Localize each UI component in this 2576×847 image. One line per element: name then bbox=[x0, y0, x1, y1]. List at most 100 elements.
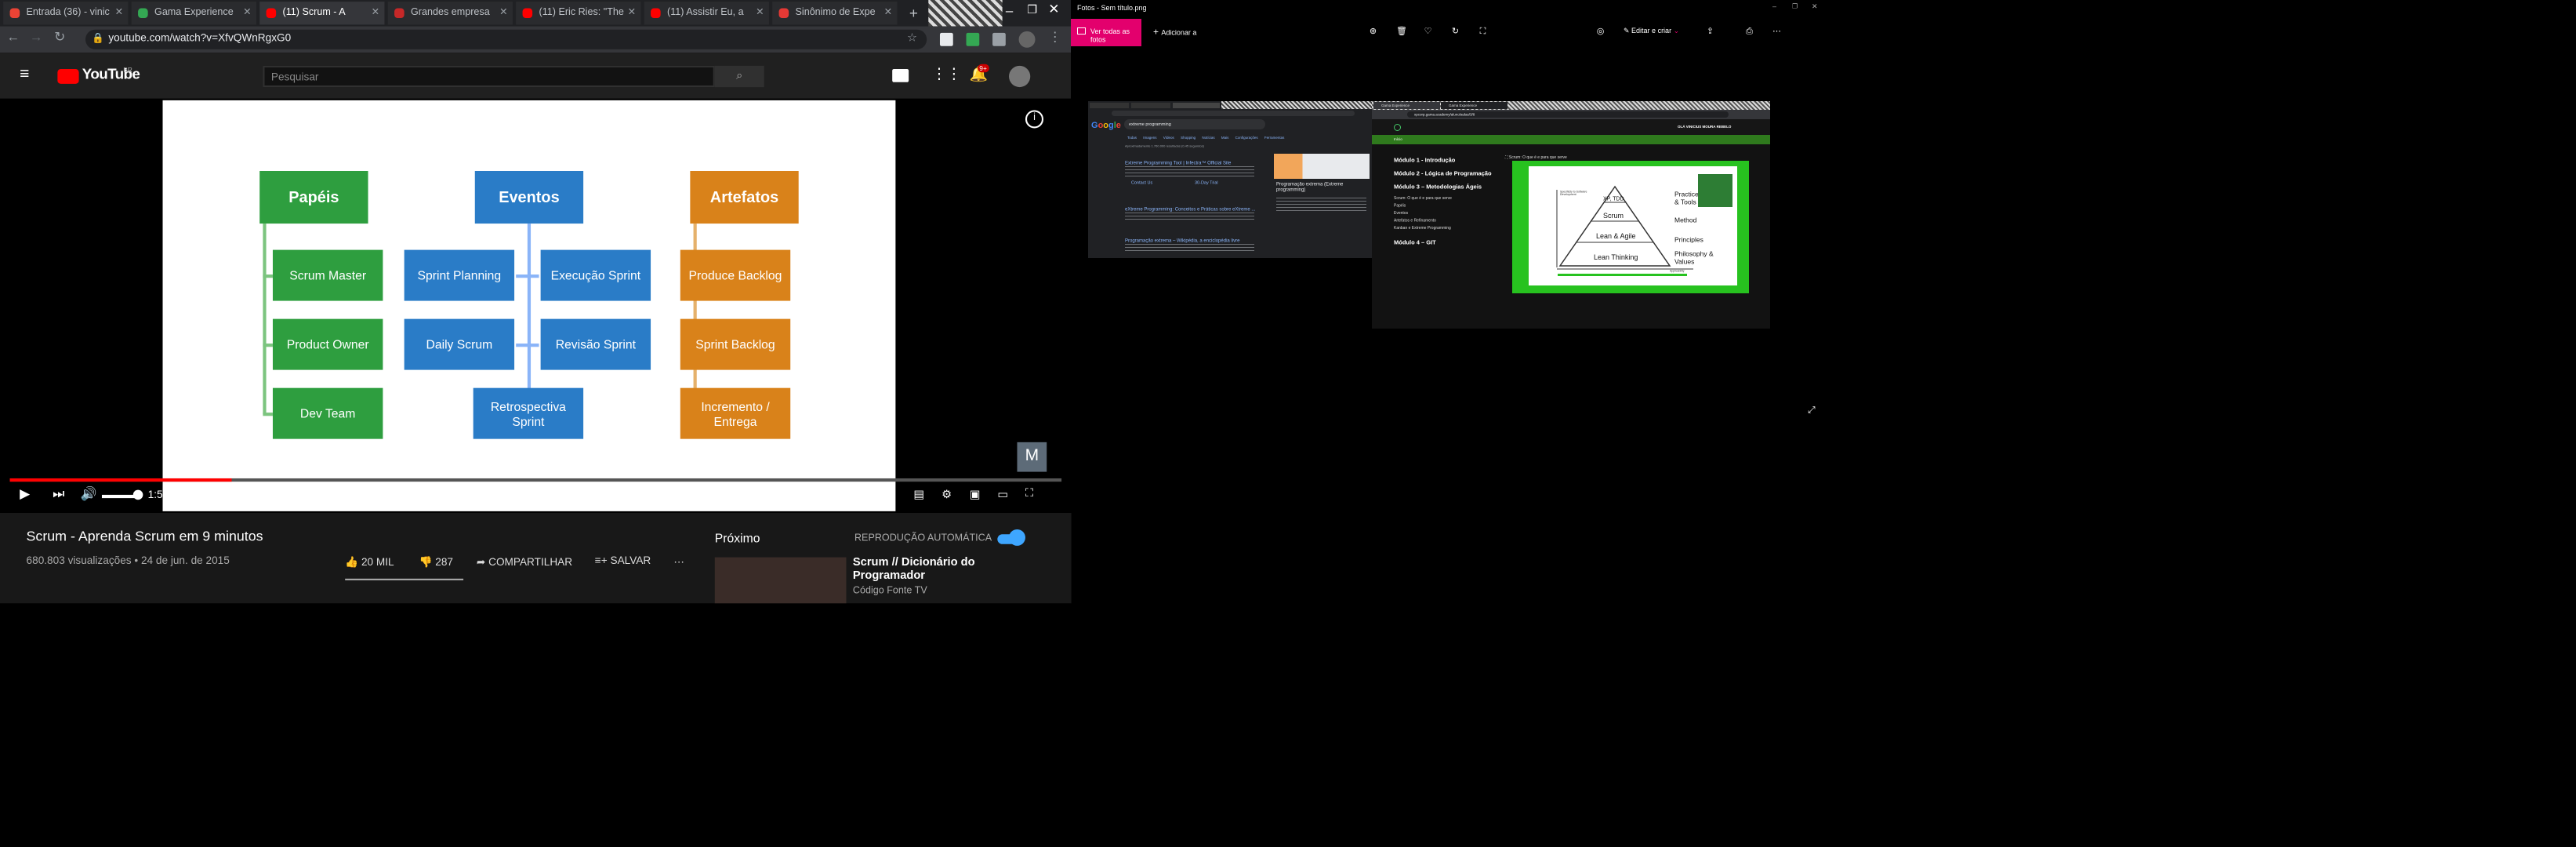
apps-icon[interactable]: ⋮⋮ bbox=[931, 66, 961, 84]
edit-create-button[interactable]: ✎ Editar e criar ⌄ bbox=[1624, 27, 1679, 35]
close-icon[interactable]: ✕ bbox=[243, 2, 252, 24]
module-2: Módulo 2 - Lógica de Programação bbox=[1394, 170, 1492, 177]
tab-grandes[interactable]: Grandes empresa ✕ bbox=[387, 2, 513, 25]
rotate-icon[interactable]: ↻ bbox=[1451, 27, 1460, 35]
sentiment-bar bbox=[345, 578, 464, 580]
close-window-icon[interactable]: ✕ bbox=[1048, 2, 1059, 16]
time-display: 1:55 / 9:05 bbox=[147, 489, 199, 502]
sitelink-contact: Contact Us bbox=[1131, 180, 1153, 185]
progress-fill bbox=[9, 478, 232, 482]
zoom-icon[interactable]: ⊕ bbox=[1369, 27, 1377, 35]
autoplay-toggle-knob[interactable] bbox=[1009, 529, 1025, 546]
next-icon[interactable]: ⏭ bbox=[53, 486, 64, 503]
favorite-icon[interactable]: ♡ bbox=[1424, 27, 1432, 35]
close-icon[interactable]: ✕ bbox=[884, 2, 893, 24]
youtube-logo-icon[interactable] bbox=[57, 69, 79, 84]
theater-icon[interactable]: ▭ bbox=[997, 489, 1008, 502]
google-tab: Shopping bbox=[1181, 136, 1196, 140]
new-tab-icon[interactable]: + bbox=[904, 3, 923, 23]
star-icon[interactable]: ☆ bbox=[907, 31, 917, 45]
reload-icon[interactable]: ↻ bbox=[54, 30, 65, 45]
next-video-title[interactable]: Scrum // Dicionário do Programador bbox=[853, 558, 1034, 584]
tab-gama[interactable]: Gama Experience ✕ bbox=[131, 2, 256, 25]
menu-icon[interactable]: ⋮ bbox=[1048, 30, 1061, 45]
next-video-channel[interactable]: Código Fonte TV bbox=[853, 587, 927, 597]
hamburger-icon[interactable]: ≡ bbox=[20, 66, 29, 84]
like-button[interactable]: 👍 20 MIL bbox=[345, 555, 394, 569]
delete-icon[interactable]: 🗑 bbox=[1396, 27, 1407, 35]
extension-icon[interactable] bbox=[939, 32, 953, 46]
minimize-icon[interactable]: – bbox=[1006, 3, 1013, 18]
tab-eric-ries[interactable]: (11) Eric Ries: "The ✕ bbox=[516, 2, 641, 25]
fullscreen-icon[interactable]: ⤢ bbox=[1808, 405, 1816, 416]
dislike-count: 287 bbox=[435, 557, 454, 569]
play-icon[interactable]: ▶ bbox=[20, 486, 30, 501]
pyramid-slide: XP, TDD Scrum Lean & Agile Lean Thinking… bbox=[1529, 166, 1737, 285]
add-to-label: Adicionar a bbox=[1161, 28, 1197, 37]
info-icon[interactable]: i bbox=[1025, 110, 1044, 129]
gmail-icon bbox=[9, 8, 20, 19]
maximize-icon[interactable]: ❐ bbox=[1792, 2, 1798, 10]
enhance-icon[interactable]: ◎ bbox=[1596, 27, 1605, 35]
playlist-add-icon: ≡+ bbox=[594, 555, 611, 568]
close-icon[interactable]: ✕ bbox=[115, 2, 124, 24]
minimize-icon[interactable]: – bbox=[1772, 2, 1776, 11]
maximize-icon[interactable]: ❐ bbox=[1027, 3, 1037, 16]
tab-sinonimo[interactable]: Sinônimo de Expe ✕ bbox=[772, 2, 898, 25]
search-input[interactable]: Pesquisar bbox=[263, 65, 715, 88]
share-button[interactable]: ➦ COMPARTILHAR bbox=[477, 555, 572, 569]
print-icon[interactable]: ⎙ bbox=[1745, 27, 1754, 35]
add-to-button[interactable]: + Adicionar a bbox=[1153, 27, 1196, 38]
volume-handle[interactable] bbox=[132, 489, 143, 500]
google-stats: Aproximadamente 1.760.000 resultados (0,… bbox=[1125, 144, 1204, 148]
search-button[interactable]: ⌕ bbox=[714, 65, 764, 88]
close-icon[interactable]: ✕ bbox=[756, 2, 764, 24]
crop-icon[interactable]: ⛶ bbox=[1478, 27, 1487, 35]
create-video-icon[interactable] bbox=[892, 69, 909, 82]
forward-icon[interactable]: → bbox=[30, 30, 43, 45]
extension-icon[interactable] bbox=[966, 32, 980, 46]
dislike-button[interactable]: 👎 287 bbox=[419, 555, 454, 569]
share-icon[interactable]: ⇪ bbox=[1706, 27, 1714, 35]
lock-icon: 🔒 bbox=[92, 35, 105, 45]
up-next-label: Próximo bbox=[714, 531, 760, 546]
extension-icon[interactable] bbox=[992, 32, 1006, 46]
channel-watermark-icon[interactable]: M bbox=[1017, 442, 1047, 472]
knowledge-panel-images bbox=[1274, 154, 1370, 179]
google-tab: Configurações bbox=[1235, 136, 1258, 140]
save-button[interactable]: ≡+ SALVAR bbox=[595, 555, 651, 567]
subtitles-icon[interactable]: ▤ bbox=[913, 489, 924, 502]
user-avatar[interactable] bbox=[1009, 65, 1031, 88]
volume-icon[interactable]: 🔊 bbox=[81, 486, 97, 501]
profile-avatar[interactable] bbox=[1018, 31, 1036, 48]
close-icon[interactable]: ✕ bbox=[1812, 2, 1818, 11]
tab-youtube-scrum[interactable]: (11) Scrum - A ✕ bbox=[259, 2, 385, 25]
close-icon[interactable]: ✕ bbox=[372, 2, 380, 24]
view-all-photos-button[interactable]: Ver todas as fotos bbox=[1071, 19, 1141, 46]
video-meta: 680.803 visualizações • 24 de jun. de 20… bbox=[26, 555, 230, 568]
back-icon[interactable]: ← bbox=[6, 30, 20, 45]
close-icon[interactable]: ✕ bbox=[628, 2, 637, 24]
connector-line bbox=[516, 344, 539, 347]
screenshot-tab bbox=[1090, 103, 1129, 108]
photos-icon bbox=[1077, 27, 1086, 35]
more-actions-icon[interactable]: ⋯ bbox=[673, 555, 684, 569]
close-icon[interactable]: ✕ bbox=[499, 2, 508, 24]
connector-line bbox=[263, 344, 273, 347]
google-tab: Notícias bbox=[1202, 136, 1215, 140]
slide-box-sprint-backlog: Sprint Backlog bbox=[680, 318, 791, 370]
youtube-icon bbox=[522, 8, 533, 19]
screenshot-tab bbox=[1173, 103, 1220, 108]
screenshot-wallpaper bbox=[1221, 101, 1372, 109]
fullscreen-icon[interactable]: ⛶ bbox=[1025, 489, 1033, 502]
settings-icon[interactable]: ⚙ bbox=[942, 489, 952, 502]
more-icon[interactable]: ⋯ bbox=[1772, 27, 1781, 35]
address-bar[interactable]: 🔒 youtube.com/watch?v=XfvQWnRgxG0 bbox=[85, 29, 927, 49]
share-icon: ➦ bbox=[476, 557, 489, 569]
tab-gmail[interactable]: Entrada (36) - vinic ✕ bbox=[3, 2, 129, 25]
tab-assistir[interactable]: (11) Assistir Eu, a ✕ bbox=[644, 2, 769, 25]
next-video-thumbnail[interactable] bbox=[714, 557, 847, 604]
lesson-item: Scrum: O que é e para que serve bbox=[1394, 196, 1452, 201]
connector-line bbox=[527, 224, 532, 391]
miniplayer-icon[interactable]: ▣ bbox=[970, 489, 981, 502]
